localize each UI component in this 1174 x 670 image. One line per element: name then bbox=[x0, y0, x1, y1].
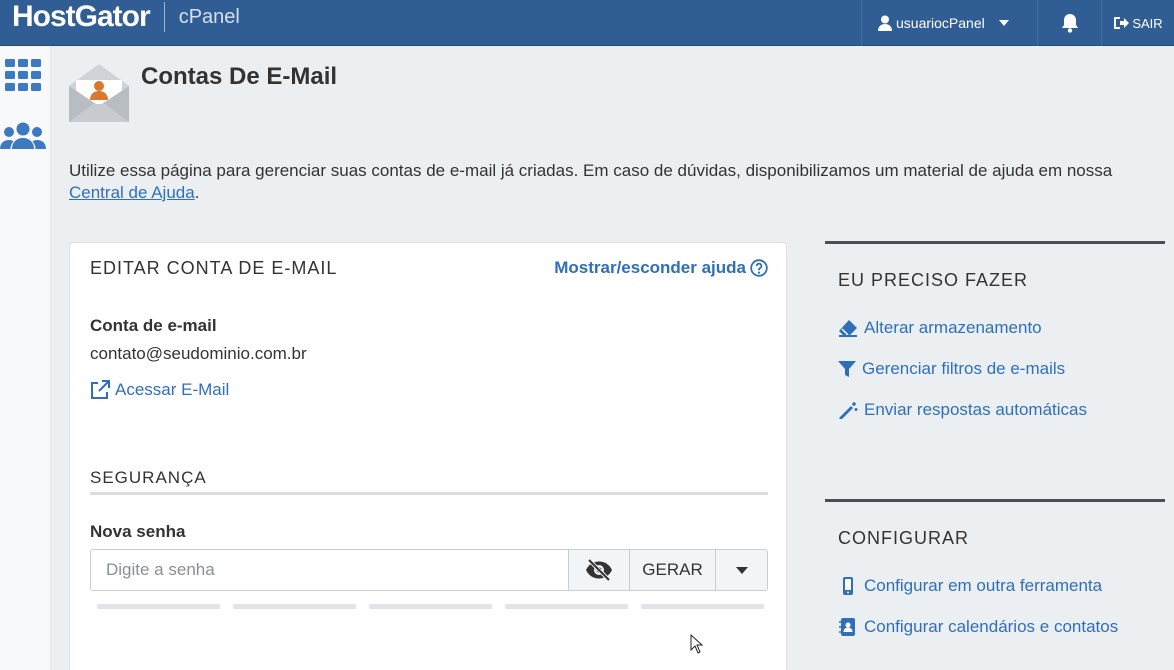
access-email-link[interactable]: Acessar E-Mail bbox=[90, 380, 229, 400]
product-name: cPanel bbox=[178, 5, 240, 28]
configure-heading: CONFIGURAR bbox=[838, 528, 969, 548]
toggle-visibility-button[interactable] bbox=[568, 550, 629, 590]
eye-slash-icon bbox=[586, 559, 612, 581]
email-accounts-icon bbox=[68, 62, 130, 129]
strength-segment bbox=[97, 604, 220, 609]
password-input-group: GERAR bbox=[90, 549, 768, 591]
address-book-icon bbox=[839, 618, 855, 636]
auto-responders-link[interactable]: Enviar respostas automáticas bbox=[838, 400, 1087, 420]
users-icon bbox=[0, 122, 46, 149]
actions-heading: EU PRECISO FAZER bbox=[838, 270, 1029, 290]
password-strength-meter bbox=[97, 604, 764, 609]
brand-divider bbox=[163, 2, 165, 32]
strength-segment bbox=[641, 604, 764, 609]
strength-segment bbox=[369, 604, 492, 609]
apps-grid-button[interactable] bbox=[0, 59, 46, 91]
calendars-contacts-label: Configurar calendários e contatos bbox=[864, 617, 1119, 636]
strength-segment bbox=[505, 604, 628, 609]
help-center-link[interactable]: Central de Ajuda bbox=[69, 183, 195, 202]
calendars-contacts-link[interactable]: Configurar calendários e contatos bbox=[838, 617, 1118, 637]
page-description: Utilize essa página para gerenciar suas … bbox=[69, 160, 1159, 204]
brand-logo[interactable]: HostGator bbox=[12, 0, 151, 34]
user-menu[interactable]: usuariocPanel bbox=[861, 0, 1037, 46]
configure-block: CONFIGURAR Configurar em outra ferrament… bbox=[825, 499, 1165, 670]
grid-icon bbox=[5, 59, 41, 91]
panel-heading: EDITAR CONTA DE E-MAIL bbox=[90, 258, 338, 278]
users-button[interactable] bbox=[0, 122, 46, 150]
question-circle-icon bbox=[750, 259, 768, 277]
username: usuariocPanel bbox=[896, 15, 985, 31]
brand[interactable]: HostGator cPanel bbox=[12, 0, 240, 34]
left-rail bbox=[0, 46, 51, 670]
help-toggle-link[interactable]: Mostrar/esconder ajuda bbox=[554, 258, 768, 278]
manage-filters-link[interactable]: Gerenciar filtros de e-mails bbox=[838, 359, 1065, 379]
change-storage-link[interactable]: Alterar armazenamento bbox=[838, 318, 1042, 338]
eraser-icon bbox=[839, 320, 857, 337]
top-bar: HostGator cPanel usuariocPanel SAIR bbox=[0, 0, 1174, 46]
page-title: Contas De E-Mail bbox=[141, 63, 338, 90]
logout-button[interactable]: SAIR bbox=[1101, 0, 1174, 46]
logout-label: SAIR bbox=[1132, 15, 1163, 31]
access-email-label: Acessar E-Mail bbox=[115, 380, 230, 399]
top-nav: usuariocPanel SAIR bbox=[861, 0, 1174, 46]
intro-end: . bbox=[194, 183, 200, 202]
strength-segment bbox=[233, 604, 356, 609]
caret-down-icon bbox=[735, 566, 748, 574]
mouse-cursor-icon bbox=[690, 634, 704, 654]
logout-icon bbox=[1114, 17, 1130, 29]
other-tool-label: Configurar em outra ferramenta bbox=[864, 576, 1103, 595]
help-toggle-label: Mostrar/esconder ajuda bbox=[554, 258, 746, 277]
section-divider bbox=[90, 492, 768, 495]
filter-icon bbox=[838, 361, 856, 377]
mobile-icon bbox=[843, 577, 853, 595]
password-input[interactable] bbox=[91, 550, 568, 590]
account-value: contato@seudominio.com.br bbox=[90, 344, 307, 363]
user-icon bbox=[878, 15, 892, 31]
manage-filters-label: Gerenciar filtros de e-mails bbox=[862, 359, 1066, 378]
notifications-button[interactable] bbox=[1037, 0, 1101, 46]
actions-block: EU PRECISO FAZER Alterar armazenamento G… bbox=[825, 241, 1165, 491]
other-tool-link[interactable]: Configurar em outra ferramenta bbox=[838, 576, 1102, 596]
password-label: Nova senha bbox=[90, 522, 186, 541]
intro-text: Utilize essa página para gerenciar suas … bbox=[69, 161, 1113, 180]
security-heading: SEGURANÇA bbox=[90, 468, 207, 487]
edit-account-panel: EDITAR CONTA DE E-MAIL Mostrar/esconder … bbox=[69, 242, 787, 670]
external-link-icon bbox=[91, 380, 110, 399]
change-storage-label: Alterar armazenamento bbox=[864, 318, 1042, 337]
magic-wand-icon bbox=[839, 402, 858, 419]
caret-down-icon bbox=[998, 20, 1009, 26]
generator-options-dropdown[interactable] bbox=[715, 550, 767, 590]
generate-password-button[interactable]: GERAR bbox=[629, 550, 715, 590]
auto-responders-label: Enviar respostas automáticas bbox=[864, 400, 1087, 419]
bell-icon bbox=[1061, 14, 1078, 33]
account-label: Conta de e-mail bbox=[90, 316, 217, 335]
